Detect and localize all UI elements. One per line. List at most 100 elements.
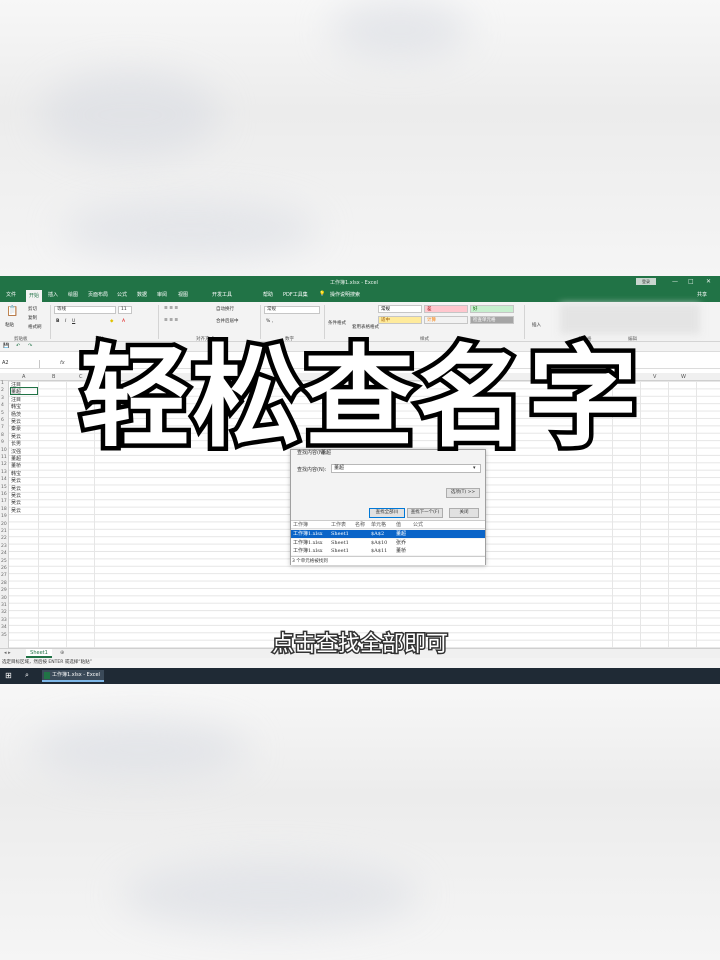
close-button[interactable]: 关闭 [449,508,479,518]
cell-a[interactable]: 吴云 [11,507,21,514]
cut-button[interactable]: 剪切 [28,306,37,312]
share-button[interactable]: 共享 [697,291,707,298]
login-button[interactable]: 登录 [636,278,656,285]
row-number[interactable]: 31 [1,603,7,608]
row-number[interactable]: 20 [1,522,7,527]
close-icon[interactable]: ✕ [706,278,711,285]
tab-home[interactable]: 开始 [26,290,43,302]
wrap-text-button[interactable]: 自动换行 [216,306,234,312]
style-bad[interactable]: 差 [424,305,468,313]
style-good[interactable]: 好 [470,305,514,313]
results-col-header[interactable]: 工作簿 [293,521,308,528]
tell-me-search[interactable]: 操作说明搜索 [330,291,360,298]
row-number[interactable]: 22 [1,536,7,541]
font-size-select[interactable]: 11 [118,306,132,314]
ribbon-tabs: 文件 开始 插入 绘图 页面布局 公式 数据 审阅 视图 开发工具 帮助 PDF… [0,288,720,302]
row-number[interactable]: 25 [1,559,7,564]
style-neutral[interactable]: 适中 [378,316,422,324]
font-color-icon[interactable]: A [122,319,125,324]
windows-start-icon[interactable]: ⊞ [5,671,12,680]
result-cell: $A$10 [371,539,388,546]
row-number[interactable]: 15 [1,485,7,490]
result-cell: Sheet1 [331,531,349,537]
minimize-icon[interactable]: — [672,278,678,285]
merge-center-button[interactable]: 合并后居中 [216,318,239,324]
tab-page-layout[interactable]: 页面布局 [88,291,108,298]
style-check-cell[interactable]: 检查单元格 [470,316,514,324]
results-col-header[interactable]: 值 [396,521,401,528]
find-next-button[interactable]: 查找下一个(F) [407,508,443,518]
row-number[interactable]: 33 [1,618,7,623]
cell-a[interactable]: 吴云 [11,485,21,492]
row-number[interactable]: 32 [1,610,7,615]
blur-shape [40,70,220,160]
font-name-select[interactable]: 等线 [54,306,116,314]
fill-color-icon[interactable]: ◆ [110,319,113,324]
row-number[interactable]: 24 [1,551,7,556]
row-number[interactable]: 16 [1,492,7,497]
results-col-header[interactable]: 名称 [355,521,365,528]
align-icon[interactable]: ≡ ≡ ≡ [164,318,178,323]
find-all-button[interactable]: 查找全部(I) [369,508,405,518]
row-number[interactable]: 26 [1,566,7,571]
result-cell: $A$11 [371,548,388,554]
window-title: 工作簿1.xlsx - Excel [330,280,378,286]
tab-developer[interactable]: 开发工具 [212,291,232,298]
video-frame: 工作簿1.xlsx - Excel 登录 — □ ✕ 文件 开始 插入 绘图 页… [0,0,720,960]
bold-button[interactable]: B [56,319,59,324]
result-row[interactable]: 工作簿1.xlsx Sheet1 $A$2 董超 [291,530,485,538]
results-col-header[interactable]: 公式 [413,521,423,528]
tab-draw[interactable]: 绘图 [68,291,78,298]
copy-button[interactable]: 复制 [28,315,37,321]
maximize-icon[interactable]: □ [688,278,694,285]
overlay-title: 轻松查名字 [76,330,643,467]
result-cell: 张乔 [396,539,407,546]
cell-a[interactable]: 韩宝 [11,470,21,477]
results-col-header[interactable]: 工作表 [331,521,346,528]
blur-shape [60,200,320,260]
tab-file[interactable]: 文件 [6,291,16,298]
result-cell: 董桥 [396,548,407,554]
row-number[interactable]: 13 [1,470,7,475]
tab-data[interactable]: 数据 [137,291,147,298]
title-bar: 工作簿1.xlsx - Excel 登录 — □ ✕ [0,276,720,288]
tab-help[interactable]: 帮助 [263,291,273,298]
row-number[interactable]: 28 [1,581,7,586]
row-number[interactable]: 29 [1,588,7,593]
row-number[interactable]: 19 [1,514,7,519]
cell-a[interactable]: 吴云 [11,499,21,506]
result-row[interactable]: 工作簿1.xlsx Sheet1 $A$11 董桥 [291,547,485,555]
tab-view[interactable]: 视图 [178,291,188,298]
tab-formulas[interactable]: 公式 [117,291,127,298]
result-row[interactable]: 工作簿1.xlsx Sheet1 $A$10 张乔 [291,538,485,547]
blur-shape [120,860,420,930]
tab-insert[interactable]: 插入 [48,291,58,298]
paste-icon[interactable]: 📋 [6,306,18,317]
taskbar-excel-item[interactable]: 工作簿1.xlsx - Excel [42,670,104,682]
cell-a[interactable]: 吴云 [11,492,21,499]
row-number[interactable]: 17 [1,499,7,504]
conditional-format-button[interactable]: 条件格式 [328,320,346,326]
number-format-icons[interactable]: % , [266,319,273,324]
tab-pdf[interactable]: PDF工具集 [283,291,308,298]
style-normal[interactable]: 常规 [378,305,422,313]
options-button[interactable]: 选项(T) >> [446,488,480,498]
row-number[interactable]: 14 [1,477,7,482]
italic-button[interactable]: I [65,319,66,324]
style-calculation[interactable]: 计算 [424,316,468,324]
results-col-header[interactable]: 单元格 [371,521,386,528]
align-icon[interactable]: ≡ ≡ ≡ [164,306,178,311]
underline-button[interactable]: U [72,319,75,324]
cell-a[interactable]: 吴云 [11,477,21,484]
result-cell: 董超 [396,531,407,537]
windows-taskbar: ⊞ ⌕ 工作簿1.xlsx - Excel [0,668,720,684]
row-number[interactable]: 23 [1,544,7,549]
row-number[interactable]: 21 [1,529,7,534]
row-number[interactable]: 30 [1,596,7,601]
row-number[interactable]: 18 [1,507,7,512]
row-number[interactable]: 27 [1,573,7,578]
search-icon[interactable]: ⌕ [25,671,29,680]
tab-review[interactable]: 审阅 [157,291,167,298]
number-format-select[interactable]: 常规 [264,306,320,314]
results-status: 3 个单元格被找到 [291,556,485,565]
